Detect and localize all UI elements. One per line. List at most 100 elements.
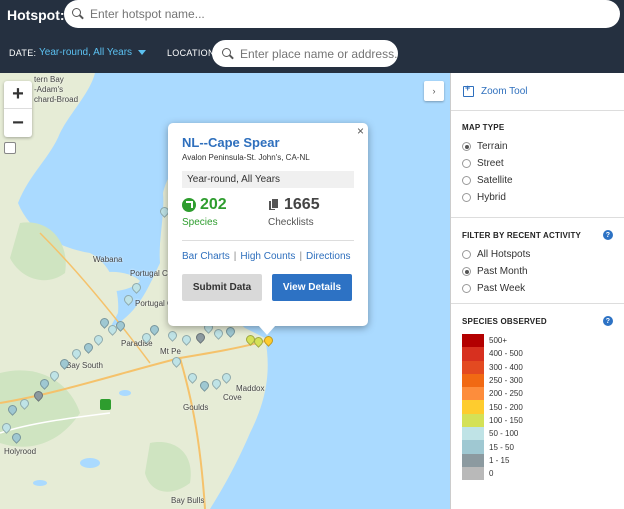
- legend-label: 300 - 400: [489, 362, 523, 372]
- legend-row: 50 - 100: [462, 427, 613, 441]
- help-icon[interactable]: ?: [603, 316, 613, 326]
- legend-swatch: [462, 427, 484, 441]
- map-type-title: MAP TYPE: [462, 123, 505, 132]
- species-count: 202: [200, 196, 227, 213]
- popup-title[interactable]: NL--Cape Spear: [182, 135, 354, 150]
- legend-swatch: [462, 440, 484, 454]
- popup-links: Bar Charts | High Counts | Directions: [182, 251, 351, 262]
- legend-row: 100 - 150: [462, 413, 613, 428]
- caret-down-icon: [138, 50, 147, 55]
- date-value: Year-round, All Years: [39, 47, 133, 58]
- top-bar: Hotspot: DATE: Year-round, All Years LOC…: [0, 0, 624, 73]
- legend-row: 200 - 250: [462, 387, 613, 401]
- zoom-in-button[interactable]: +: [4, 81, 32, 109]
- legend-row: 400 - 500: [462, 347, 613, 361]
- legend-label: 500+: [489, 336, 508, 346]
- legend-swatch: [462, 360, 484, 374]
- map-type-section: MAP TYPE Terrain Street Satellite Hybrid: [451, 111, 624, 218]
- zoom-out-button[interactable]: −: [4, 109, 32, 137]
- map-place-label: Goulds: [183, 403, 209, 412]
- legend-swatch: [462, 373, 484, 388]
- radio[interactable]: [462, 284, 471, 293]
- map-place-label: chard-Broad: [34, 95, 79, 104]
- park-icon[interactable]: [100, 399, 111, 410]
- map-place-label: Mt Pe: [160, 347, 181, 356]
- popup-buttons: Submit Data View Details: [182, 274, 354, 301]
- map-place-label: Maddox: [236, 384, 265, 393]
- legend-row: 1 - 15: [462, 453, 613, 467]
- search-icon: [72, 8, 84, 20]
- checklists-stat: 1665 Checklists: [268, 196, 354, 228]
- legend-label: 150 - 200: [489, 402, 523, 412]
- species-icon: [182, 198, 196, 212]
- close-icon[interactable]: ×: [357, 124, 364, 138]
- date-dropdown[interactable]: Year-round, All Years: [39, 47, 147, 58]
- collapse-sidebar-button[interactable]: ›: [424, 81, 444, 101]
- zoom-control: + −: [4, 81, 32, 137]
- filter-all-hotspots[interactable]: All Hotspots: [462, 246, 613, 263]
- legend-label: 50 - 100: [489, 429, 519, 439]
- legend-row: 250 - 300: [462, 373, 613, 388]
- map-type-street[interactable]: Street: [462, 155, 613, 172]
- map-place-label: Wabana: [93, 255, 123, 264]
- high-counts-link[interactable]: High Counts: [240, 251, 295, 262]
- legend-row: 150 - 200: [462, 400, 613, 414]
- hotspot-search-input[interactable]: [90, 7, 620, 21]
- map-place-label: Cove: [223, 393, 242, 402]
- legend-row: 15 - 50: [462, 440, 613, 454]
- species-label: Species: [182, 217, 218, 228]
- checklists-label: Checklists: [268, 217, 314, 228]
- filter-past-month[interactable]: Past Month: [462, 263, 613, 280]
- legend-row: 0: [462, 466, 613, 481]
- zoom-tool-button[interactable]: Zoom Tool: [451, 73, 624, 111]
- map-type-terrain[interactable]: Terrain: [462, 138, 613, 155]
- directions-link[interactable]: Directions: [306, 251, 350, 262]
- legend-label: 0: [489, 469, 494, 479]
- radio[interactable]: [462, 176, 471, 185]
- legend-swatch: [462, 400, 484, 414]
- map-place-label: Holyrood: [4, 447, 37, 456]
- legend-label: 15 - 50: [489, 442, 514, 452]
- radio-selected[interactable]: [462, 267, 471, 276]
- popup-subtitle: Avalon Peninsula-St. John's, CA-NL: [182, 153, 310, 162]
- radio[interactable]: [462, 159, 471, 168]
- map-place-label: tern Bay: [34, 75, 64, 84]
- popup-divider: [182, 240, 354, 241]
- radio[interactable]: [462, 193, 471, 202]
- location-label: LOCATION:: [167, 48, 218, 58]
- hotspot-search[interactable]: [64, 0, 620, 28]
- filter-past-week[interactable]: Past Week: [462, 280, 613, 297]
- legend-swatch: [462, 453, 484, 467]
- legend-label: 200 - 250: [489, 389, 523, 399]
- submit-data-button[interactable]: Submit Data: [182, 274, 262, 301]
- popup-date-range: Year-round, All Years: [182, 171, 354, 188]
- species-legend: 500+ 400 - 500 300 - 400 250 - 300 200 - 250…: [462, 334, 613, 481]
- map-place-label: Bay Bulls: [171, 496, 205, 505]
- location-search-input[interactable]: [240, 46, 398, 61]
- map-type-satellite[interactable]: Satellite: [462, 172, 613, 189]
- filter-section: FILTER BY RECENT ACTIVITY? All Hotspots …: [451, 218, 624, 304]
- view-details-button[interactable]: View Details: [272, 274, 352, 301]
- legend-label: 1 - 15: [489, 455, 510, 465]
- popup-stats: 202 Species 1665 Checklists: [182, 196, 354, 228]
- filter-title: FILTER BY RECENT ACTIVITY?: [462, 230, 613, 240]
- map-type-hybrid[interactable]: Hybrid: [462, 189, 613, 206]
- search-icon: [222, 47, 234, 60]
- species-observed-section: SPECIES OBSERVED? 500+ 400 - 500 300 - 400…: [451, 304, 624, 481]
- bar-charts-link[interactable]: Bar Charts: [182, 251, 230, 262]
- map[interactable]: tern Bay -Adam's chard-Broad Wabana Port…: [0, 73, 450, 509]
- legend-swatch: [462, 334, 484, 348]
- legend-label: 250 - 300: [489, 376, 523, 386]
- species-stat: 202 Species: [182, 196, 268, 228]
- location-search[interactable]: [212, 40, 398, 67]
- legend-swatch: [462, 347, 484, 361]
- zoom-tool-icon[interactable]: [4, 142, 16, 154]
- legend-swatch: [462, 387, 484, 401]
- radio-selected[interactable]: [462, 142, 471, 151]
- radio[interactable]: [462, 250, 471, 259]
- help-icon[interactable]: ?: [603, 230, 613, 240]
- legend-swatch: [462, 466, 484, 481]
- date-label: DATE:: [9, 48, 37, 58]
- map-place-label: -Adam's: [34, 85, 64, 94]
- hotspot-popup: × NL--Cape Spear Avalon Peninsula-St. Jo…: [168, 123, 368, 335]
